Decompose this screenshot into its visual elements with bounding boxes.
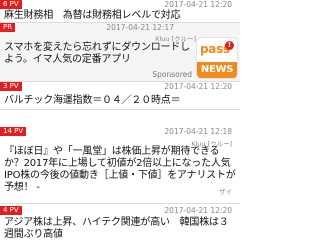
sponsored-item[interactable]: PR 2017-04-21 12:17 Kluu [クルー] スマホを変えたら忘… (0, 23, 240, 82)
sponsored-label: Sponsored (152, 70, 192, 79)
notification-dot-icon: ! (225, 41, 234, 50)
logo-news-text: NEWS (197, 62, 237, 78)
pv-badge: 3 PV (0, 82, 22, 91)
source-label: ザイ (219, 188, 232, 196)
pv-badge: 6 PV (0, 0, 22, 9)
pass-news-logo-icon[interactable]: pass ! NEWS (196, 37, 238, 79)
news-title[interactable]: 『ほぼ日』や「一風堂」は株価上昇が期待できるか？2017年に上場して初値が2倍以… (4, 146, 236, 194)
pv-badge: 14 PV (0, 127, 27, 136)
news-item[interactable]: 4 PV 2017-04-21 12:20 アジア株は上昇、ハイテク関連が高い … (0, 206, 240, 240)
timestamp: 2017-04-21 12:20 (164, 82, 232, 91)
timestamp: 2017-04-21 12:18 (164, 127, 232, 136)
news-title[interactable]: バルチック海運指数＝０４／２０時点＝ (4, 95, 236, 107)
timestamp: 2017-04-21 12:20 (164, 206, 232, 215)
news-feed: 6 PV 2017-04-21 12:20 麻生財務相 為替は財務相レベルで対応… (0, 0, 240, 240)
news-item[interactable]: 3 PV 2017-04-21 12:20 バルチック海運指数＝０４／２０時点＝ (0, 82, 240, 110)
pr-badge: PR (0, 23, 16, 32)
timestamp: 2017-04-21 12:20 (164, 0, 232, 9)
news-title[interactable]: 麻生財務相 為替は財務相レベルで対応 (4, 10, 236, 22)
news-item[interactable]: 14 PV 2017-04-21 12:18 Kluu [クルー] 『ほぼ日』や… (0, 127, 240, 204)
news-title[interactable]: アジア株は上昇、ハイテク関連が高い 韓国株は３週間ぶり高値 (4, 217, 236, 240)
news-item[interactable]: 6 PV 2017-04-21 12:20 麻生財務相 為替は財務相レベルで対応 (0, 0, 240, 23)
pv-badge: 4 PV (0, 206, 22, 215)
ad-title[interactable]: スマホを変えたら忘れずにダウンロードしよう。イマ人気の定番アプリ (4, 42, 190, 66)
timestamp: 2017-04-21 12:17 (106, 23, 174, 32)
